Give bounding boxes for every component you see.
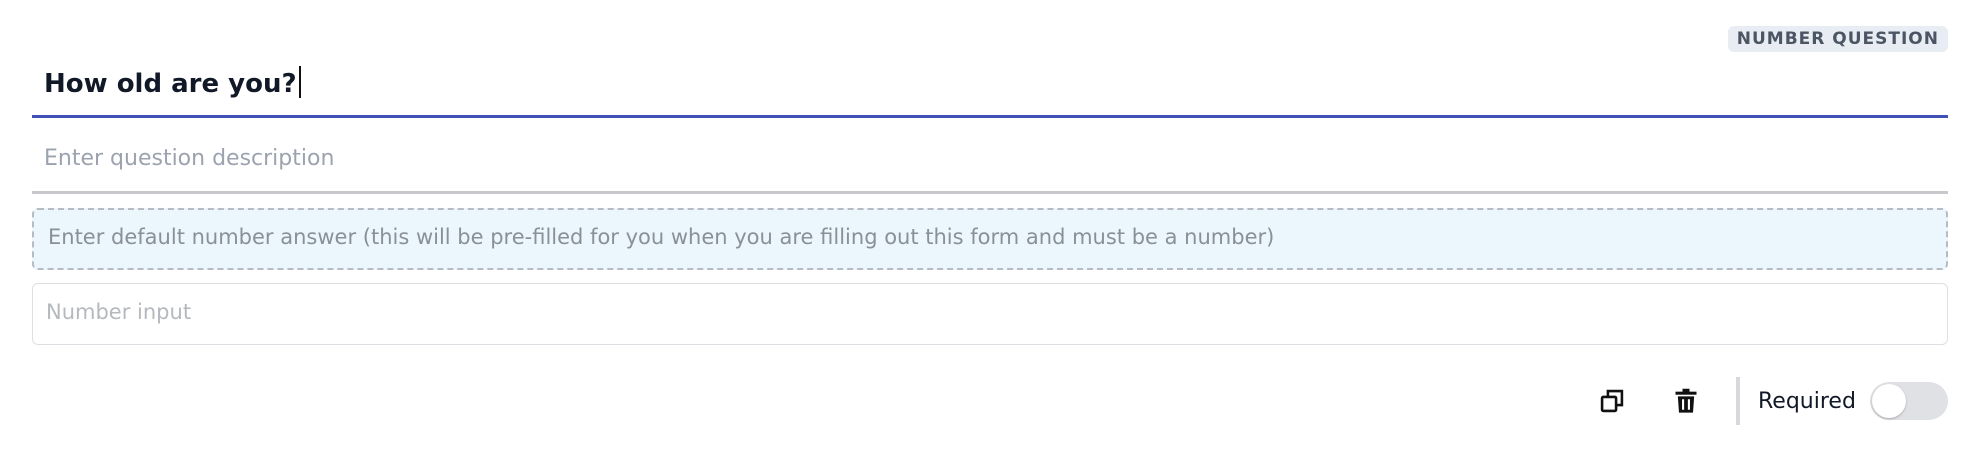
question-title-input[interactable]: How old are you? xyxy=(44,66,301,99)
duplicate-question-button[interactable] xyxy=(1596,385,1628,417)
default-answer-field[interactable]: Enter default number answer (this will b… xyxy=(32,208,1948,270)
number-input-placeholder: Number input xyxy=(46,300,192,324)
question-title-field[interactable]: How old are you? xyxy=(32,52,1948,118)
duplicate-icon xyxy=(1600,389,1624,413)
delete-question-button[interactable] xyxy=(1670,385,1702,417)
question-footer-toolbar: Required xyxy=(1568,375,1948,427)
question-type-badge: NUMBER QUESTION xyxy=(1727,26,1948,52)
required-toggle-knob[interactable] xyxy=(1872,384,1906,418)
question-description-placeholder: Enter question description xyxy=(44,146,335,171)
default-answer-placeholder: Enter default number answer (this will b… xyxy=(48,225,1275,249)
toolbar-divider xyxy=(1736,377,1740,425)
question-description-field[interactable]: Enter question description xyxy=(32,134,1948,194)
required-label: Required xyxy=(1758,389,1856,414)
required-toggle[interactable] xyxy=(1870,382,1948,420)
question-title-text: How old are you? xyxy=(44,69,297,99)
number-input-preview[interactable]: Number input xyxy=(32,283,1948,345)
text-caret xyxy=(298,66,301,98)
trash-icon xyxy=(1675,388,1697,413)
